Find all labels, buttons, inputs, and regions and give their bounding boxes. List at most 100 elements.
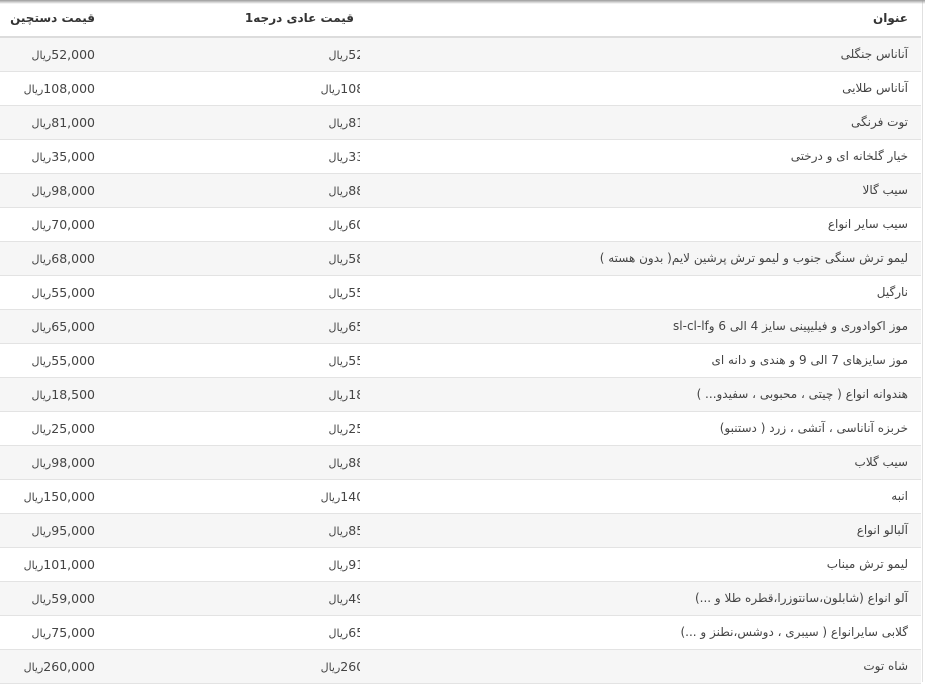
currency-label: ریال [31,456,52,470]
handpicked-price-cell: 25,000ریال [0,411,101,446]
regular-price-cell-value: 65,000 [348,624,360,640]
regular-price-cell-value: 60,000 [348,216,360,232]
regular-price-cell-value: 108,000 [340,80,360,96]
table-row: 55,000ریال55,000ریالموز سایزهای 7 الی 9 … [0,343,921,378]
currency-label: ریال [320,660,341,674]
currency-label: ریال [23,82,44,96]
table-row: 18,500ریال18,500ریالهندوانه انواع ( چیتی… [0,377,921,412]
regular-price-cell: 60,000ریال [101,207,360,242]
handpicked-price-cell-value: 260,000 [43,658,95,674]
currency-label: ریال [31,286,52,300]
product-title-cell[interactable]: سیب سایر انواع [360,207,921,242]
handpicked-price-cell-value: 55,000 [51,352,95,368]
regular-price-cell: 88,000ریال [101,173,360,208]
table-row: 108,000ریال108,000ریالآناناس طلایی [0,71,921,106]
product-title-cell[interactable]: گلابی سایرانواع ( سیبری ، دوشس،نطنز و ..… [360,615,921,650]
product-title-cell[interactable]: خیار گلخانه ای و درختی [360,139,921,174]
regular-price-cell: 55,000ریال [101,275,360,310]
regular-price-cell: 33,000ریال [101,139,360,174]
handpicked-price-cell-value: 81,000 [51,114,95,130]
currency-label: ریال [31,48,52,62]
product-title-cell[interactable]: لیمو ترش سنگی جنوب و لیمو ترش پرشین لایم… [360,241,921,276]
regular-price-cell-value: 88,000 [348,182,360,198]
regular-price-cell-value: 260,000 [340,658,360,674]
currency-label: ریال [31,592,52,606]
currency-label: ریال [328,558,349,572]
handpicked-price-cell: 55,000ریال [0,275,101,310]
currency-label: ریال [328,626,349,640]
regular-price-cell: 140,000ریال [101,479,360,514]
product-title-cell[interactable]: هندوانه انواع ( چیتی ، محبوبی ، سفیدو...… [360,377,921,412]
regular-price-cell: 65,000ریال [101,309,360,344]
currency-label: ریال [328,422,349,436]
regular-price-cell-value: 85,000 [348,522,360,538]
handpicked-price-cell-value: 101,000 [43,556,95,572]
handpicked-price-cell-value: 70,000 [51,216,95,232]
handpicked-price-cell: 98,000ریال [0,173,101,208]
header-title[interactable]: عنوان [360,0,921,38]
handpicked-price-cell: 75,000ریال [0,615,101,650]
product-title-cell[interactable]: انبه [360,479,921,514]
handpicked-price-cell-value: 75,000 [51,624,95,640]
product-title-cell[interactable]: موز اکوادوری و فیلیپینی سایز 4 الی 6 وsl… [360,309,921,344]
product-title-cell[interactable]: شاه توت [360,649,921,684]
handpicked-price-cell: 18,500ریال [0,377,101,412]
handpicked-price-cell-value: 98,000 [51,182,95,198]
handpicked-price-cell: 70,000ریال [0,207,101,242]
product-title-cell[interactable]: توت فرنگی [360,105,921,140]
handpicked-price-cell-value: 150,000 [43,488,95,504]
currency-label: ریال [328,116,349,130]
handpicked-price-cell: 108,000ریال [0,71,101,106]
currency-label: ریال [31,388,52,402]
handpicked-price-cell-value: 108,000 [43,80,95,96]
product-title-cell[interactable]: موز سایزهای 7 الی 9 و هندی و دانه ای [360,343,921,378]
handpicked-price-cell: 55,000ریال [0,343,101,378]
regular-price-cell-value: 58,000 [348,250,360,266]
currency-label: ریال [31,626,52,640]
table-row: 95,000ریال85,000ریالآلبالو انواع [0,513,921,548]
currency-label: ریال [328,184,349,198]
right-border [922,0,923,682]
price-table-header: قیمت دستچین قیمت عادی درجه1 عنوان [0,0,921,38]
product-title-cell[interactable]: آلو انواع (شابلون،سانتوزرا،قطره طلا و ..… [360,581,921,616]
regular-price-cell: 65,000ریال [101,615,360,650]
currency-label: ریال [328,252,349,266]
regular-price-cell-value: 88,000 [348,454,360,470]
product-title-cell[interactable]: آناناس جنگلی [360,37,921,72]
handpicked-price-cell-value: 59,000 [51,590,95,606]
currency-label: ریال [31,218,52,232]
product-title-cell[interactable]: آناناس طلایی [360,71,921,106]
regular-price-cell: 18,500ریال [101,377,360,412]
currency-label: ریال [31,184,52,198]
currency-label: ریال [328,592,349,606]
product-title-cell[interactable]: سیب گالا [360,173,921,208]
currency-label: ریال [23,558,44,572]
table-row: 68,000ریال58,000ریاللیمو ترش سنگی جنوب و… [0,241,921,276]
handpicked-price-cell-value: 55,000 [51,284,95,300]
top-shadow [0,0,925,4]
regular-price-cell: 260,000ریال [101,649,360,684]
regular-price-cell: 25,000ریال [101,411,360,446]
product-title-cell[interactable]: خربزه آناناسی ، آتشی ، زرد ( دستنبو) [360,411,921,446]
handpicked-price-cell-value: 95,000 [51,522,95,538]
currency-label: ریال [328,388,349,402]
product-title-cell[interactable]: نارگیل [360,275,921,310]
regular-price-cell: 58,000ریال [101,241,360,276]
handpicked-price-cell: 52,000ریال [0,37,101,72]
regular-price-cell-value: 33,000 [348,148,360,164]
handpicked-price-cell-value: 35,000 [51,148,95,164]
product-title-cell[interactable]: سیب گلاب [360,445,921,480]
handpicked-price-cell: 260,000ریال [0,649,101,684]
currency-label: ریال [31,150,52,164]
product-title-cell[interactable]: آلبالو انواع [360,513,921,548]
handpicked-price-cell: 35,000ریال [0,139,101,174]
handpicked-price-cell-value: 52,000 [51,46,95,62]
table-row: 260,000ریال260,000ریالشاه توت [0,649,921,684]
regular-price-cell: 55,000ریال [101,343,360,378]
currency-label: ریال [31,524,52,538]
header-handpicked-price[interactable]: قیمت دستچین [0,0,101,38]
handpicked-price-cell-value: 25,000 [51,420,95,436]
header-regular-price[interactable]: قیمت عادی درجه1 [101,0,360,38]
handpicked-price-cell: 98,000ریال [0,445,101,480]
product-title-cell[interactable]: لیمو ترش میناب [360,547,921,582]
